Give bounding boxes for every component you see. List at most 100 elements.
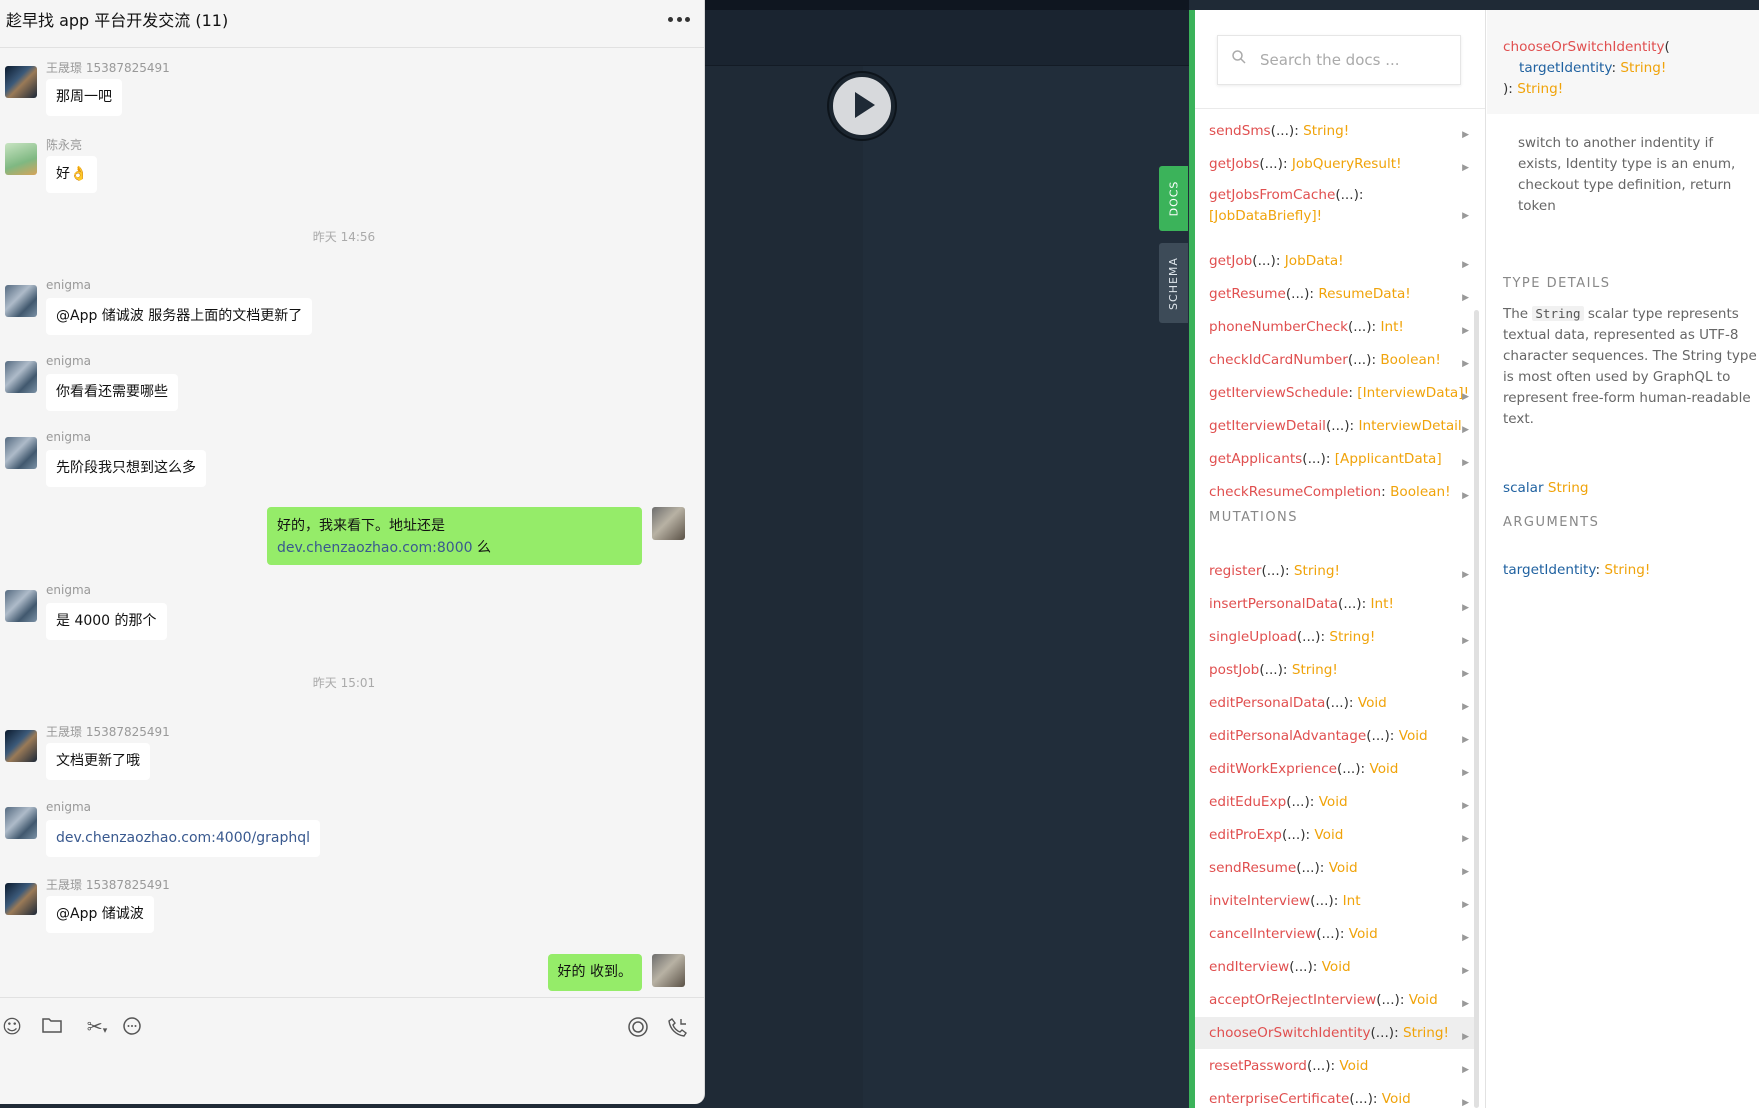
doc-field-item[interactable]: getJobsFromCache(...): [JobDataBriefly]!… xyxy=(1195,181,1479,243)
field-name: singleUpload xyxy=(1209,628,1297,645)
avatar[interactable] xyxy=(5,807,37,839)
doc-field-item[interactable]: enterpriseCertificate(...): Void ▶ xyxy=(1195,1083,1479,1108)
message-bubble[interactable]: @App 储诚波 xyxy=(46,896,154,933)
doc-field-item[interactable]: endIterview(...): Void ▶ xyxy=(1195,951,1479,983)
doc-field-item[interactable]: checkResumeCompletion: Boolean! ▶ xyxy=(1195,476,1479,508)
field-type[interactable]: Void xyxy=(1329,860,1358,876)
doc-field-item[interactable]: getIterviewDetail(...): InterviewDetail ▶ xyxy=(1195,410,1479,442)
field-type[interactable]: String! xyxy=(1303,123,1349,139)
field-type[interactable]: Void xyxy=(1409,992,1438,1008)
more-options-icon[interactable] xyxy=(668,16,690,22)
message-bubble[interactable]: 那周一吧 xyxy=(46,79,122,116)
field-type[interactable]: Void xyxy=(1358,695,1387,711)
expand-arrow-icon: ▶ xyxy=(1462,636,1469,646)
field-type[interactable]: [ApplicantData] xyxy=(1335,451,1442,467)
field-type[interactable]: Void xyxy=(1349,926,1378,942)
call-icon[interactable] xyxy=(667,1016,689,1038)
field-type[interactable]: String! xyxy=(1403,1025,1449,1041)
doc-field-item[interactable]: cancelInterview(...): Void ▶ xyxy=(1195,918,1479,950)
field-type[interactable]: [InterviewData]! xyxy=(1357,385,1469,401)
doc-field-item[interactable]: postJob(...): String! ▶ xyxy=(1195,654,1479,686)
doc-field-item[interactable]: getIterviewSchedule: [InterviewData]! ▶ xyxy=(1195,377,1479,409)
self-message-bubble[interactable]: 好的，我来看下。地址还是 dev.chenzaozhao.com:8000 么 xyxy=(267,507,642,565)
doc-field-item[interactable]: editEduExp(...): Void ▶ xyxy=(1195,786,1479,818)
signature-arg-type[interactable]: String! xyxy=(1620,60,1666,76)
field-type[interactable]: Boolean! xyxy=(1390,484,1451,500)
doc-field-item[interactable]: resetPassword(...): Void ▶ xyxy=(1195,1050,1479,1082)
chat-history-icon[interactable] xyxy=(121,1016,143,1038)
doc-field-item[interactable]: getJob(...): JobData! ▶ xyxy=(1195,245,1479,277)
doc-field-item[interactable]: getJobs(...): JobQueryResult! ▶ xyxy=(1195,148,1479,180)
message-bubble[interactable]: 好👌 xyxy=(46,156,98,193)
doc-field-item[interactable]: insertPersonalData(...): Int! ▶ xyxy=(1195,588,1479,620)
self-message-bubble[interactable]: 好的 收到。 xyxy=(547,954,642,991)
doc-field-item[interactable]: editPersonalData(...): Void ▶ xyxy=(1195,687,1479,719)
folder-icon[interactable] xyxy=(41,1016,63,1038)
message-sender: enigma xyxy=(46,278,91,292)
message-bubble[interactable]: 你看看还需要哪些 xyxy=(46,374,178,411)
doc-field-item[interactable]: inviteInterview(...): Int ▶ xyxy=(1195,885,1479,917)
avatar[interactable] xyxy=(5,730,37,762)
field-type[interactable]: Void xyxy=(1382,1091,1411,1107)
live-icon[interactable] xyxy=(627,1016,649,1038)
field-type[interactable]: String! xyxy=(1294,563,1340,579)
doc-field-item[interactable]: getResume(...): ResumeData! ▶ xyxy=(1195,278,1479,310)
field-type[interactable]: Boolean! xyxy=(1380,352,1441,368)
field-type[interactable]: Void xyxy=(1319,794,1348,810)
tab-docs[interactable]: DOCS xyxy=(1159,166,1188,231)
message-link-bubble[interactable]: dev.chenzaozhao.com:4000/graphql xyxy=(46,820,320,857)
emoji-icon[interactable]: ☺ xyxy=(1,1016,23,1038)
field-type[interactable]: Int! xyxy=(1380,319,1403,335)
field-type[interactable]: JobQueryResult! xyxy=(1292,156,1402,172)
field-type[interactable]: Void xyxy=(1339,1058,1368,1074)
self-avatar[interactable] xyxy=(652,507,685,540)
avatar[interactable] xyxy=(5,66,37,98)
field-type[interactable]: String! xyxy=(1329,629,1375,645)
field-type[interactable]: InterviewDetail xyxy=(1358,418,1461,434)
message-bubble[interactable]: 先阶段我只想到这么多 xyxy=(46,450,206,487)
avatar[interactable] xyxy=(5,590,37,622)
search-input[interactable] xyxy=(1258,36,1454,84)
doc-field-item[interactable]: acceptOrRejectInterview(...): Void ▶ xyxy=(1195,984,1479,1016)
self-avatar[interactable] xyxy=(652,954,685,987)
field-type[interactable]: Void xyxy=(1399,728,1428,744)
message-bubble[interactable]: 文档更新了哦 xyxy=(46,743,150,780)
message-link[interactable]: dev.chenzaozhao.com:8000 xyxy=(277,540,473,556)
tab-schema[interactable]: SCHEMA xyxy=(1159,243,1188,323)
field-type[interactable]: Int! xyxy=(1371,596,1394,612)
field-type[interactable]: Void xyxy=(1369,761,1398,777)
scrollbar[interactable] xyxy=(1474,310,1479,1108)
avatar[interactable] xyxy=(5,361,37,393)
field-type[interactable]: Void xyxy=(1322,959,1351,975)
avatar[interactable] xyxy=(5,143,37,175)
argument-type[interactable]: String! xyxy=(1604,562,1650,578)
doc-field-item[interactable]: getApplicants(...): [ApplicantData] ▶ xyxy=(1195,443,1479,475)
field-name: cancelInterview xyxy=(1209,925,1317,942)
signature-return-type[interactable]: String! xyxy=(1517,81,1563,97)
doc-field-item[interactable]: editPersonalAdvantage(...): Void ▶ xyxy=(1195,720,1479,752)
field-type[interactable]: JobData! xyxy=(1285,253,1344,269)
message-bubble[interactable]: @App 储诚波 服务器上面的文档更新了 xyxy=(46,298,313,335)
doc-field-item[interactable]: sendSms(...): String! ▶ xyxy=(1195,115,1479,147)
field-type[interactable]: [JobDataBriefly]! xyxy=(1209,208,1322,224)
doc-field-item[interactable]: sendResume(...): Void ▶ xyxy=(1195,852,1479,884)
field-type[interactable]: String! xyxy=(1292,662,1338,678)
doc-field-item[interactable]: checkIdCardNumber(...): Boolean! ▶ xyxy=(1195,344,1479,376)
avatar[interactable] xyxy=(5,437,37,469)
field-type[interactable]: Int xyxy=(1343,893,1361,909)
message-bubble[interactable]: 是 4000 的那个 xyxy=(46,603,167,640)
field-type[interactable]: ResumeData! xyxy=(1318,286,1410,302)
avatar[interactable] xyxy=(5,883,37,915)
doc-field-item[interactable]: editProExp(...): Void ▶ xyxy=(1195,819,1479,851)
scalar-type[interactable]: String xyxy=(1548,480,1589,496)
doc-field-item[interactable]: editWorkExprience(...): Void ▶ xyxy=(1195,753,1479,785)
doc-field-item[interactable]: phoneNumberCheck(...): Int! ▶ xyxy=(1195,311,1479,343)
play-button[interactable] xyxy=(829,73,895,139)
doc-field-item[interactable]: register(...): String! ▶ xyxy=(1195,555,1479,587)
doc-field-item[interactable]: singleUpload(...): String! ▶ xyxy=(1195,621,1479,653)
scissors-icon[interactable]: ✂▾ xyxy=(81,1016,113,1038)
field-type[interactable]: Void xyxy=(1314,827,1343,843)
doc-field-item[interactable]: chooseOrSwitchIdentity(...): String! ▶ xyxy=(1195,1017,1479,1049)
avatar[interactable] xyxy=(5,285,37,317)
field-name: phoneNumberCheck xyxy=(1209,318,1348,335)
